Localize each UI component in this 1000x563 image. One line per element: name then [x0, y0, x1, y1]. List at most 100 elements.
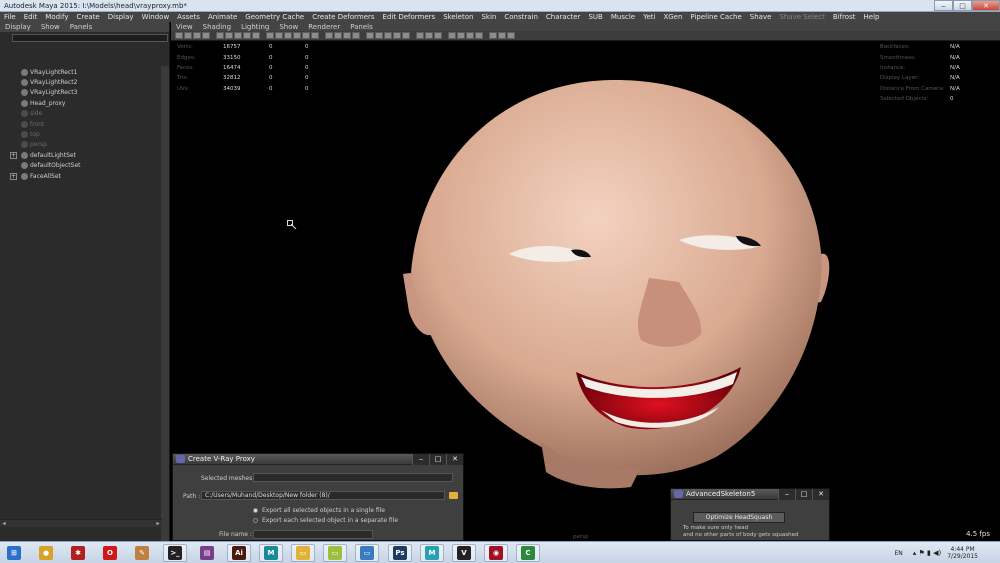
- scroll-left-icon[interactable]: ◂: [0, 520, 8, 528]
- toolbar-tool-icon[interactable]: [225, 32, 233, 39]
- toolbar-tool-icon[interactable]: [384, 32, 392, 39]
- outliner-item[interactable]: + defaultLightSet: [0, 150, 76, 160]
- outliner-item[interactable]: + FaceAllSet: [0, 171, 61, 181]
- panel-menu-shading[interactable]: Shading: [198, 23, 236, 31]
- toolbar-tool-icon[interactable]: [489, 32, 497, 39]
- toolbar-tool-icon[interactable]: [416, 32, 424, 39]
- menu-display[interactable]: Display: [104, 13, 138, 21]
- toolbar-tool-icon[interactable]: [252, 32, 260, 39]
- menu-bifrost[interactable]: Bifrost: [829, 13, 860, 21]
- toolbar-tool-icon[interactable]: [434, 32, 442, 39]
- toolbar-tool-icon[interactable]: [325, 32, 333, 39]
- toolbar-tool-icon[interactable]: [302, 32, 310, 39]
- panel-menu-show[interactable]: Show: [274, 23, 303, 31]
- toolbar-tool-icon[interactable]: [184, 32, 192, 39]
- export-separate-radio[interactable]: Export each selected object in a separat…: [253, 517, 398, 524]
- taskbar-start-icon[interactable]: ⊞: [2, 544, 26, 562]
- toolbar-tool-icon[interactable]: [284, 32, 292, 39]
- outliner-horizontal-scrollbar[interactable]: ◂ ▸: [0, 519, 162, 527]
- toolbar-tool-icon[interactable]: [448, 32, 456, 39]
- toolbar-tool-icon[interactable]: [193, 32, 201, 39]
- taskbar-maya-icon[interactable]: M: [259, 544, 283, 562]
- close-button[interactable]: ✕: [972, 0, 1000, 11]
- toolbar-tool-icon[interactable]: [343, 32, 351, 39]
- menu-assets[interactable]: Assets: [173, 13, 204, 21]
- menu-geometry-cache[interactable]: Geometry Cache: [241, 13, 308, 21]
- menu-create[interactable]: Create: [72, 13, 103, 21]
- menu-constrain[interactable]: Constrain: [500, 13, 542, 21]
- taskbar-davinci-icon[interactable]: ◉: [484, 544, 508, 562]
- outliner-item[interactable]: front: [0, 119, 44, 129]
- toolbar-tool-icon[interactable]: [266, 32, 274, 39]
- toolbar-tool-icon[interactable]: [457, 32, 465, 39]
- taskbar-vray-icon[interactable]: V: [452, 544, 476, 562]
- toolbar-tool-icon[interactable]: [175, 32, 183, 39]
- toolbar-tool-icon[interactable]: [293, 32, 301, 39]
- toolbar-tool-icon[interactable]: [498, 32, 506, 39]
- minimize-button[interactable]: ‒: [934, 0, 953, 11]
- panel-menu-lighting[interactable]: Lighting: [236, 23, 274, 31]
- outliner-item[interactable]: side: [0, 109, 42, 119]
- taskbar-photoshop-icon[interactable]: Ps: [388, 544, 412, 562]
- menu-xgen[interactable]: XGen: [659, 13, 686, 21]
- outliner-item[interactable]: VRayLightRect2: [0, 77, 77, 87]
- taskbar-maya2-icon[interactable]: M: [420, 544, 444, 562]
- toolbar-tool-icon[interactable]: [366, 32, 374, 39]
- toolbar-tool-icon[interactable]: [216, 32, 224, 39]
- taskbar-opera-icon[interactable]: O: [98, 544, 122, 562]
- taskbar-paint-icon[interactable]: ✎: [130, 544, 154, 562]
- menu-edit-deformers[interactable]: Edit Deformers: [379, 13, 440, 21]
- taskbar-notes-icon[interactable]: ▭: [323, 544, 347, 562]
- file-name-field[interactable]: [253, 530, 373, 539]
- menu-shave-select[interactable]: Shave Select: [775, 13, 828, 21]
- outliner-vertical-scrollbar[interactable]: [161, 66, 169, 546]
- path-field[interactable]: C:/Users/Muhand/Desktop/New folder (8)/: [201, 491, 445, 500]
- dialog-close-button[interactable]: ✕: [446, 454, 463, 465]
- language-indicator[interactable]: EN: [895, 550, 903, 557]
- optimize-headsquash-button[interactable]: Optimize HeadSquash: [693, 512, 785, 523]
- skeleton-maximize-button[interactable]: □: [795, 489, 812, 500]
- taskbar-cmd-icon[interactable]: >_: [163, 544, 187, 562]
- toolbar-tool-icon[interactable]: [275, 32, 283, 39]
- toolbar-tool-icon[interactable]: [311, 32, 319, 39]
- toolbar-tool-icon[interactable]: [507, 32, 515, 39]
- selected-meshes-field[interactable]: [253, 473, 453, 482]
- taskbar-illustrator-icon[interactable]: Ai: [227, 544, 251, 562]
- toolbar-tool-icon[interactable]: [425, 32, 433, 39]
- outliner-item[interactable]: VRayLightRect1: [0, 67, 77, 77]
- toolbar-tool-icon[interactable]: [202, 32, 210, 39]
- menu-pipeline-cache[interactable]: Pipeline Cache: [686, 13, 745, 21]
- menu-character[interactable]: Character: [542, 13, 585, 21]
- menu-muscle[interactable]: Muscle: [607, 13, 639, 21]
- menu-animate[interactable]: Animate: [204, 13, 241, 21]
- taskbar-camtasia-icon[interactable]: C: [516, 544, 540, 562]
- toolbar-tool-icon[interactable]: [334, 32, 342, 39]
- toolbar-tool-icon[interactable]: [375, 32, 383, 39]
- skeleton-dialog-titlebar[interactable]: AdvancedSkeleton5 ‒ □ ✕: [671, 489, 829, 500]
- toolbar-tool-icon[interactable]: [393, 32, 401, 39]
- panel-menu-renderer[interactable]: Renderer: [303, 23, 345, 31]
- menu-create-deformers[interactable]: Create Deformers: [308, 13, 378, 21]
- scroll-right-icon[interactable]: ▸: [154, 520, 162, 528]
- dialog-minimize-button[interactable]: ‒: [412, 454, 429, 465]
- menu-modify[interactable]: Modify: [41, 13, 72, 21]
- clock[interactable]: 4:44 PM 7/29/2015: [947, 546, 978, 560]
- outliner-item[interactable]: defaultObjectSet: [0, 161, 81, 171]
- taskbar-app-red-icon[interactable]: ✱: [66, 544, 90, 562]
- dialog-titlebar[interactable]: Create V-Ray Proxy ‒ □ ✕: [173, 454, 463, 465]
- outliner-item[interactable]: top: [0, 129, 40, 139]
- menu-skeleton[interactable]: Skeleton: [439, 13, 477, 21]
- outliner-menu-panels[interactable]: Panels: [65, 23, 98, 31]
- toolbar-tool-icon[interactable]: [243, 32, 251, 39]
- skeleton-minimize-button[interactable]: ‒: [778, 489, 795, 500]
- menu-edit[interactable]: Edit: [20, 13, 42, 21]
- toolbar-tool-icon[interactable]: [352, 32, 360, 39]
- menu-help[interactable]: Help: [860, 13, 884, 21]
- menu-shave[interactable]: Shave: [746, 13, 776, 21]
- taskbar-chrome-icon[interactable]: ●: [34, 544, 58, 562]
- toolbar-tool-icon[interactable]: [234, 32, 242, 39]
- toolbar-tool-icon[interactable]: [402, 32, 410, 39]
- outliner-item[interactable]: Head_proxy: [0, 98, 65, 108]
- taskbar-winrar-icon[interactable]: ▤: [195, 544, 219, 562]
- browse-folder-icon[interactable]: [449, 492, 458, 499]
